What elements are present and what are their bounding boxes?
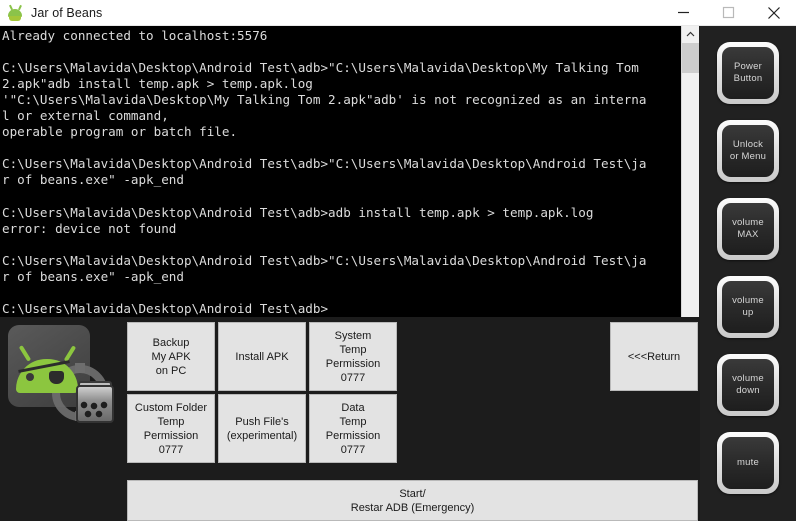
minimize-icon[interactable] — [661, 0, 706, 26]
start-restart-adb-button[interactable]: Start/ Restar ADB (Emergency) — [127, 480, 698, 521]
scrollbar-track[interactable] — [682, 73, 700, 317]
system-temp-permission-button[interactable]: System Temp Permission 0777 — [309, 322, 397, 391]
volume-down-button[interactable]: volume down — [717, 354, 779, 416]
jar-of-beans-window: Jar of Beans Already connected to localh… — [0, 0, 796, 521]
bottom-control-panel: Backup My APK on PC Install APK System T… — [0, 317, 700, 521]
scrollbar-thumb[interactable] — [682, 43, 700, 73]
mute-button-label: mute — [722, 437, 774, 489]
unlock-or-menu-button-label: Unlock or Menu — [722, 125, 774, 177]
push-files-button[interactable]: Push File's (experimental) — [218, 394, 306, 463]
backup-my-apk-on-pc-button[interactable]: Backup My APK on PC — [127, 322, 215, 391]
console-scrollbar[interactable] — [681, 26, 700, 317]
return-button[interactable]: <<<Return — [610, 322, 698, 391]
close-icon[interactable] — [751, 0, 796, 26]
power-button-label: Power Button — [722, 47, 774, 99]
custom-folder-temp-permission-button[interactable]: Custom Folder Temp Permission 0777 — [127, 394, 215, 463]
android-icon — [6, 4, 24, 22]
volume-max-button-label: volume MAX — [722, 203, 774, 255]
volume-up-button-label: volume up — [722, 281, 774, 333]
data-temp-permission-button[interactable]: Data Temp Permission 0777 — [309, 394, 397, 463]
scroll-up-arrow-icon[interactable] — [682, 26, 699, 43]
console-output[interactable]: Already connected to localhost:5576 C:\U… — [0, 26, 681, 317]
console-text: Already connected to localhost:5576 C:\U… — [2, 28, 647, 316]
hardware-button-sidebar: Power Button Unlock or Menu volume MAX v… — [700, 26, 796, 521]
window-title: Jar of Beans — [31, 5, 103, 20]
volume-down-button-label: volume down — [722, 359, 774, 411]
action-button-grid: Backup My APK on PC Install APK System T… — [127, 322, 397, 463]
power-button[interactable]: Power Button — [717, 42, 779, 104]
volume-up-button[interactable]: volume up — [717, 276, 779, 338]
maximize-icon[interactable] — [706, 0, 751, 26]
title-bar: Jar of Beans — [0, 0, 796, 26]
volume-max-button[interactable]: volume MAX — [717, 198, 779, 260]
install-apk-button[interactable]: Install APK — [218, 322, 306, 391]
android-pirate-jar-logo — [6, 323, 118, 423]
mute-button[interactable]: mute — [717, 432, 779, 494]
unlock-or-menu-button[interactable]: Unlock or Menu — [717, 120, 779, 182]
